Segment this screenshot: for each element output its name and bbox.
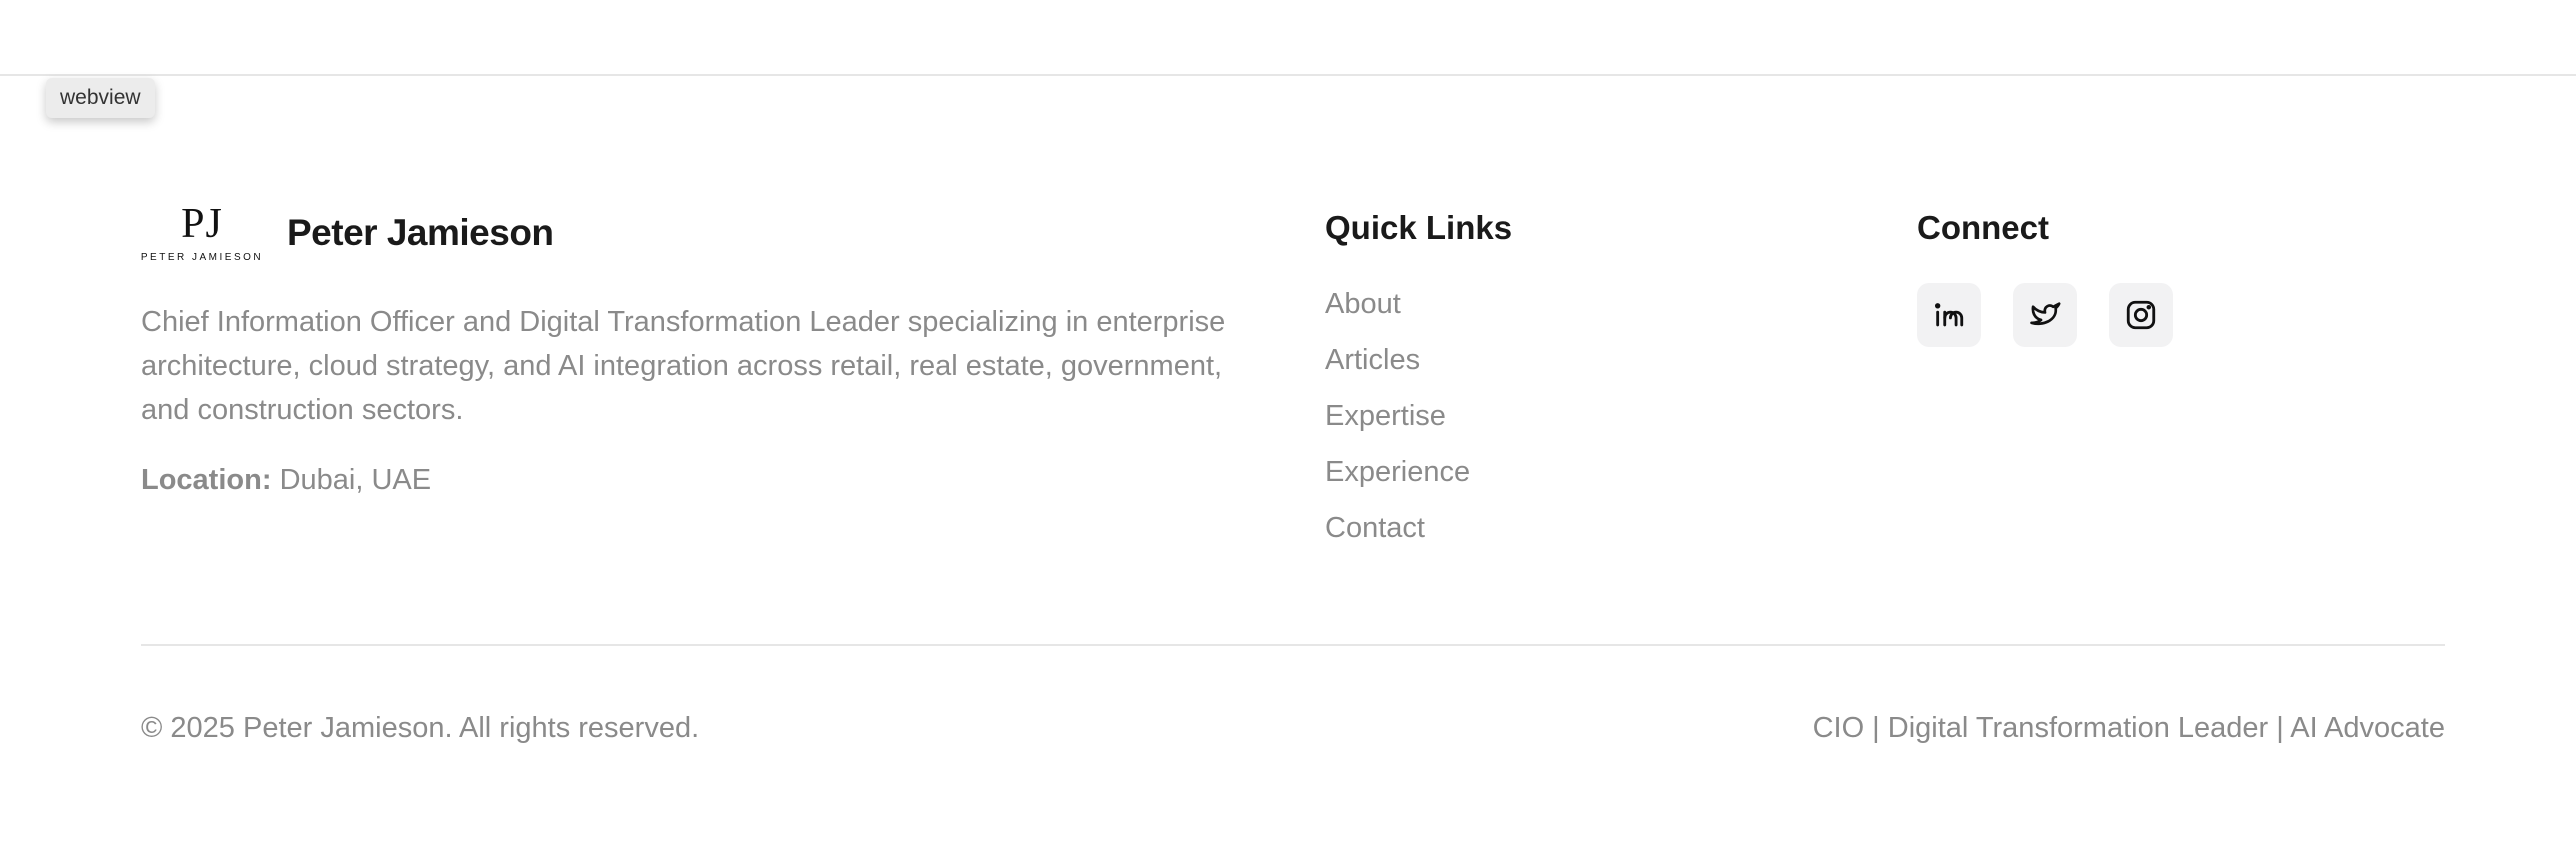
webview-badge: webview xyxy=(46,78,155,118)
twitter-button[interactable] xyxy=(2013,283,2077,347)
location-label: Location: xyxy=(141,464,272,496)
social-links xyxy=(1917,283,2205,347)
location: Location: Dubai, UAE xyxy=(141,464,431,497)
linkedin-icon xyxy=(1934,303,1964,327)
quick-links-title: Quick Links xyxy=(1325,209,1513,246)
brand-logo: PJ PETER JAMIESON xyxy=(141,202,263,264)
location-value: Dubai, UAE xyxy=(279,464,432,496)
bio-text: Chief Information Officer and Digital Tr… xyxy=(141,306,1226,426)
quick-link-experience[interactable]: Experience xyxy=(1325,452,1470,508)
logo-monogram: PJ xyxy=(181,201,223,247)
quick-links-list: About Articles Expertise Experience Cont… xyxy=(1325,284,1470,564)
quick-link-contact[interactable]: Contact xyxy=(1325,508,1470,564)
quick-link-about[interactable]: About xyxy=(1325,284,1470,340)
instagram-button[interactable] xyxy=(2109,283,2173,347)
copyright-text: © 2025 Peter Jamieson. All rights reserv… xyxy=(141,712,700,744)
footer-brand: PJ PETER JAMIESON Peter Jamieson xyxy=(141,202,554,264)
quick-link-expertise[interactable]: Expertise xyxy=(1325,396,1470,452)
footer-tagline: CIO | Digital Transformation Leader | AI… xyxy=(1812,712,2445,744)
instagram-icon xyxy=(2126,300,2156,330)
brand-name: Peter Jamieson xyxy=(287,212,554,253)
linkedin-button[interactable] xyxy=(1917,283,1981,347)
logo-subtitle: PETER JAMIESON xyxy=(140,252,264,263)
header-divider xyxy=(0,74,2576,76)
connect-title: Connect xyxy=(1917,209,2049,246)
twitter-icon xyxy=(2030,302,2061,326)
footer-divider xyxy=(141,644,2445,646)
quick-link-articles[interactable]: Articles xyxy=(1325,340,1470,396)
